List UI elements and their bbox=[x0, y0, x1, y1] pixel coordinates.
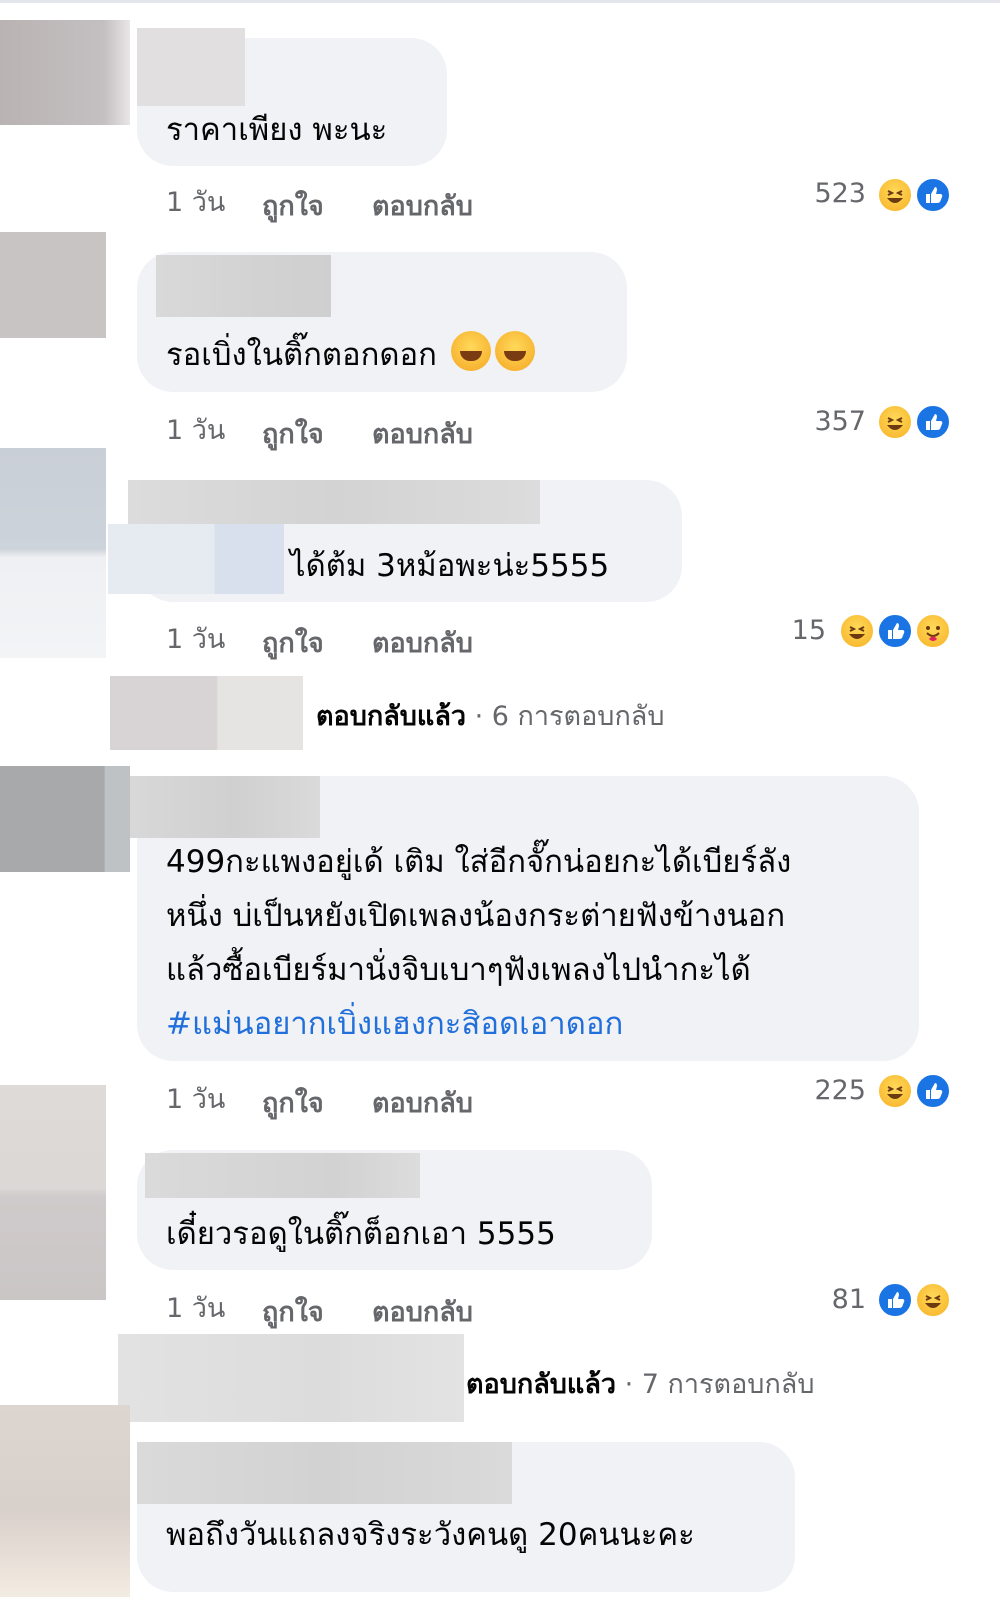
comment-time[interactable]: 1 วัน bbox=[166, 617, 225, 660]
comment-text: เดี๋ยวรอดูในติ๊กต็อกเอา 5555 bbox=[166, 1216, 556, 1252]
author-name-blurred[interactable] bbox=[156, 255, 331, 317]
author-avatar-blurred[interactable] bbox=[108, 524, 284, 594]
like-icon bbox=[914, 1072, 952, 1110]
avatar-blurred[interactable] bbox=[0, 766, 130, 872]
comment-text: ราคาเพียง พะนะ bbox=[166, 112, 388, 148]
view-replies-link[interactable]: ตอบกลับแล้ว · 6 การตอบกลับ bbox=[316, 694, 664, 737]
like-link[interactable]: ถูกใจ bbox=[262, 1290, 324, 1333]
separator: · bbox=[616, 1369, 642, 1400]
avatar-blurred[interactable] bbox=[0, 448, 106, 658]
haha-icon bbox=[876, 1072, 914, 1110]
comment-text: ได้ต้ม 3หม้อพะน่ะ5555 bbox=[290, 548, 610, 584]
avatar-blurred[interactable] bbox=[0, 232, 106, 338]
like-link[interactable]: ถูกใจ bbox=[262, 1081, 324, 1124]
like-icon bbox=[876, 1281, 914, 1319]
hashtag-link[interactable]: #แม่นอยากเบิ่งแฮงกะสิอดเอาดอก bbox=[166, 997, 906, 1051]
author-name-blurred[interactable] bbox=[128, 480, 540, 524]
view-replies-link[interactable]: ตอบกลับแล้ว · 7 การตอบกลับ bbox=[466, 1362, 814, 1405]
reply-link[interactable]: ตอบกลับ bbox=[372, 184, 473, 227]
reply-count: 7 การตอบกลับ bbox=[641, 1369, 815, 1400]
author-name-blurred[interactable] bbox=[137, 28, 245, 106]
author-name-blurred[interactable] bbox=[137, 1442, 512, 1504]
haha-icon bbox=[838, 612, 876, 650]
like-icon bbox=[914, 176, 952, 214]
care-icon bbox=[914, 612, 952, 650]
avatar-blurred[interactable] bbox=[0, 1085, 106, 1300]
comment-time[interactable]: 1 วัน bbox=[166, 1077, 225, 1120]
reaction-count[interactable]: 225 bbox=[780, 1075, 866, 1106]
reply-count: 6 การตอบกลับ bbox=[491, 701, 665, 732]
reply-avatar-blurred[interactable] bbox=[110, 676, 303, 750]
comment-text: พอถึงวันแถลงจริงระวังคนดู 20คนนะคะ bbox=[166, 1517, 695, 1553]
comment-text: 499กะแพงอยู่เด้ เติม ใส่อีกจั๊กน่อยกะได้… bbox=[166, 835, 906, 1051]
comment-line: 499กะแพงอยู่เด้ เติม ใส่อีกจั๊กน่อยกะได้… bbox=[166, 844, 792, 880]
reaction-count[interactable]: 357 bbox=[780, 406, 866, 437]
reaction-count[interactable]: 15 bbox=[740, 615, 826, 646]
author-name-blurred[interactable] bbox=[145, 1153, 420, 1198]
reply-avatar-blurred[interactable] bbox=[118, 1334, 464, 1422]
reaction-count[interactable]: 81 bbox=[780, 1284, 866, 1315]
replied-label: ตอบกลับแล้ว bbox=[466, 1369, 617, 1400]
comment-time[interactable]: 1 วัน bbox=[166, 1286, 225, 1329]
haha-icon bbox=[876, 176, 914, 214]
like-icon bbox=[914, 403, 952, 441]
reaction-count[interactable]: 523 bbox=[780, 178, 866, 209]
comment-line: แล้วซื้อเบียร์มานั่งจิบเบาๆฟังเพลงไปนำกะ… bbox=[166, 952, 751, 988]
avatar-blurred[interactable] bbox=[0, 20, 130, 125]
top-divider bbox=[0, 0, 1000, 3]
rofl-emoji bbox=[450, 331, 491, 371]
comment-line: หนึ่ง บ่เป็นหยังเปิดเพลงน้องกระต่ายฟังข้… bbox=[166, 898, 786, 934]
separator: · bbox=[466, 701, 492, 732]
like-link[interactable]: ถูกใจ bbox=[262, 184, 324, 227]
haha-icon bbox=[914, 1281, 952, 1319]
avatar-blurred[interactable] bbox=[0, 1405, 130, 1597]
comment-time[interactable]: 1 วัน bbox=[166, 408, 225, 451]
reply-link[interactable]: ตอบกลับ bbox=[372, 1081, 473, 1124]
comment-text: รอเบิ่งในติ๊กตอกดอก bbox=[166, 331, 535, 373]
like-link[interactable]: ถูกใจ bbox=[262, 412, 324, 455]
reply-link[interactable]: ตอบกลับ bbox=[372, 621, 473, 664]
comment-time[interactable]: 1 วัน bbox=[166, 180, 225, 223]
reply-link[interactable]: ตอบกลับ bbox=[372, 412, 473, 455]
like-icon bbox=[876, 612, 914, 650]
author-name-blurred[interactable] bbox=[130, 776, 320, 838]
like-link[interactable]: ถูกใจ bbox=[262, 621, 324, 664]
reply-link[interactable]: ตอบกลับ bbox=[372, 1290, 473, 1333]
haha-icon bbox=[876, 403, 914, 441]
rofl-emoji bbox=[494, 331, 535, 371]
replied-label: ตอบกลับแล้ว bbox=[316, 701, 467, 732]
